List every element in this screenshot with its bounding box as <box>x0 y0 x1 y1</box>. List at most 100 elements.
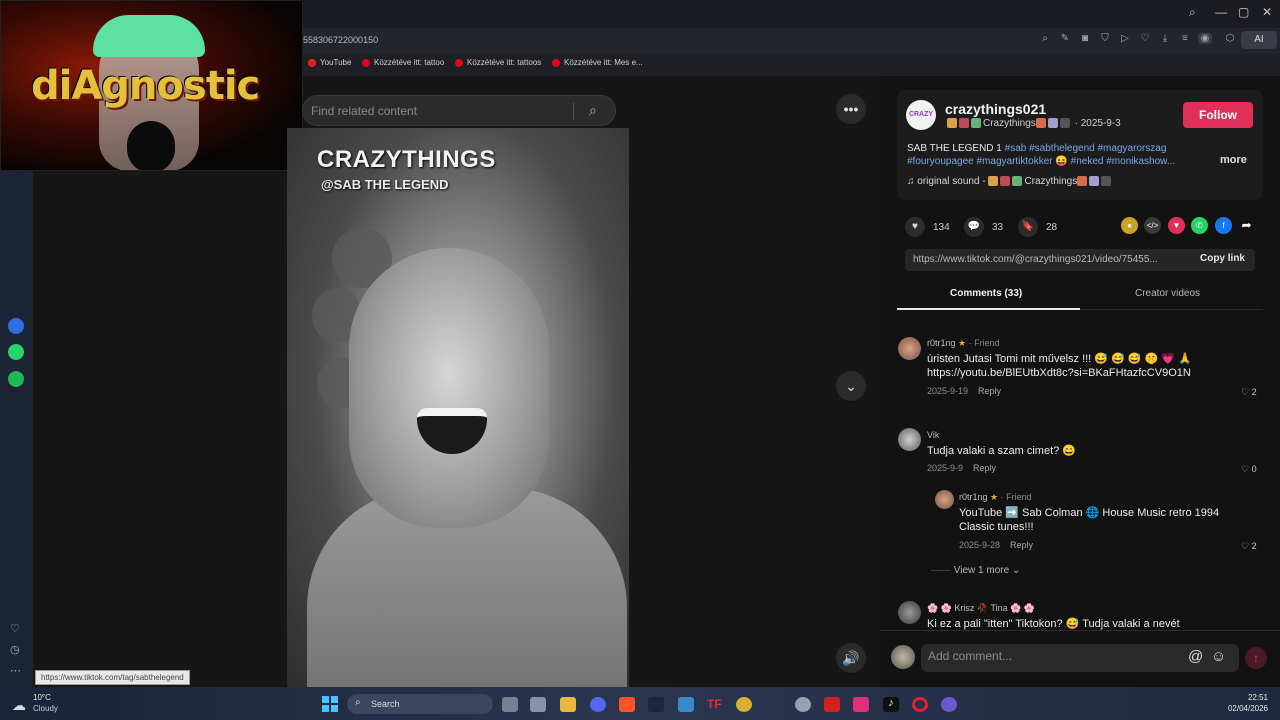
send-comment-button[interactable]: ↑ <box>1245 647 1267 669</box>
coin-app-icon[interactable] <box>736 697 752 712</box>
video-link-text[interactable]: https://www.tiktok.com/@crazythings021/v… <box>913 254 1183 265</box>
comment-link[interactable]: https://youtu.be/BlEUtbXdt8c?si=BKaFHtaz… <box>927 366 1191 380</box>
embed-icon[interactable]: </> <box>1144 217 1161 234</box>
reply-button[interactable]: Reply <box>973 463 996 473</box>
reply-button[interactable]: Reply <box>1010 540 1033 550</box>
heart-icon[interactable]: ♥ <box>905 217 925 237</box>
commenter-avatar[interactable] <box>898 601 921 624</box>
minimize-icon[interactable]: — <box>1215 5 1227 19</box>
camera-icon[interactable]: ◙ <box>1078 33 1092 44</box>
windows-start-icon[interactable] <box>322 696 338 712</box>
wps-icon[interactable] <box>824 697 840 712</box>
view-more-replies[interactable]: —— View 1 more ⌄ <box>931 565 1020 576</box>
coin-icon[interactable]: ● <box>1121 217 1138 234</box>
profile-icon[interactable]: ◉ <box>1198 33 1212 44</box>
extension-icon[interactable]: ⬡ <box>1223 33 1237 44</box>
follow-button[interactable]: Follow <box>1183 102 1253 128</box>
url-text[interactable]: 558306722000150 <box>303 35 378 45</box>
taskbar-search[interactable]: ⌕ Search <box>347 694 493 714</box>
comment-icon[interactable]: 💬 <box>964 217 984 237</box>
comment-like[interactable]: ♡ 2 <box>1241 387 1257 398</box>
creator-username[interactable]: crazythings021 <box>945 101 1046 117</box>
search-icon[interactable]: ⌕ <box>589 102 597 119</box>
brave-icon[interactable] <box>619 697 635 712</box>
creator-avatar[interactable]: CRAZY <box>906 100 936 130</box>
photos-icon[interactable] <box>678 697 694 712</box>
comment-stat[interactable]: 💬 33 <box>964 217 1003 237</box>
edit-icon[interactable]: ✎ <box>1058 33 1072 44</box>
like-stat[interactable]: ♥ 134 <box>905 217 950 237</box>
commenter-avatar[interactable] <box>898 337 921 360</box>
heart-icon[interactable]: ♡ <box>1241 464 1249 474</box>
comment-like[interactable]: ♡ 2 <box>1241 541 1257 552</box>
menu-icon[interactable]: ≡ <box>1178 33 1192 44</box>
bookmark-youtube[interactable]: YouTube <box>308 58 351 67</box>
more-button[interactable]: more <box>1220 154 1247 166</box>
download-icon[interactable]: ⤓ <box>1158 33 1172 44</box>
comment-username[interactable]: r0tr1ng <box>959 492 988 502</box>
video-player[interactable]: CRAZYTHINGS @SAB THE LEGEND <box>287 128 629 687</box>
opera-gx-icon[interactable] <box>941 697 957 712</box>
bookmark-icon[interactable]: 🔖 <box>1018 217 1038 237</box>
comment-input-box[interactable]: @ ☺ <box>921 644 1239 672</box>
heart-icon[interactable]: ♡ <box>1241 387 1249 397</box>
search-icon[interactable]: ⌕ <box>1189 5 1196 20</box>
maximize-icon[interactable]: ▢ <box>1238 5 1249 19</box>
commenter-avatar[interactable] <box>898 428 921 451</box>
comment-text: Ki ez a pali "itten" Tiktokon? 😅 Tudja v… <box>927 618 1180 630</box>
bookmark-tattoo[interactable]: Közzétéve itt: tattoo <box>362 58 444 67</box>
caption-hashtags[interactable]: #fouryoupagee #magyartiktokker <box>907 156 1053 167</box>
tiktok-icon[interactable]: ♪ <box>883 697 899 712</box>
related-search-bar[interactable]: Find related content ⌕ <box>302 95 616 126</box>
friend-tag: · Friend <box>1000 492 1032 502</box>
ai-button[interactable]: AI <box>1241 31 1277 49</box>
tab-creator-videos[interactable]: Creator videos <box>1135 288 1200 299</box>
reply-avatar[interactable] <box>935 490 954 509</box>
caption-hashtags[interactable]: #neked #monikashow... <box>1071 156 1176 167</box>
tf-app-icon[interactable]: TF <box>707 697 723 712</box>
volume-button[interactable]: 🔊 <box>836 643 866 673</box>
comment-username[interactable]: r0tr1ng <box>927 338 956 348</box>
tab-comments[interactable]: Comments (33) <box>950 288 1022 299</box>
app-pink-icon[interactable] <box>853 697 869 712</box>
mention-icon[interactable]: @ <box>1188 648 1203 665</box>
heart-icon[interactable]: ♡ <box>10 622 20 635</box>
more-icon[interactable]: ⋯ <box>10 664 21 677</box>
next-video-button[interactable]: ⌄ <box>836 371 866 401</box>
send-icon[interactable]: ▼ <box>1168 217 1185 234</box>
comment-username[interactable]: 🌸 🌸 Krisz 🥀 Tina 🌸 🌸 <box>927 603 1035 614</box>
comment-username[interactable]: Vik <box>927 430 939 440</box>
shield-icon[interactable]: ⛉ <box>1098 33 1112 44</box>
comment-like[interactable]: ♡ 0 <box>1241 464 1257 475</box>
zoom-icon[interactable]: ⌕ <box>1038 33 1052 44</box>
play-icon[interactable]: ▷ <box>1118 33 1132 44</box>
ai-label: AI <box>1254 34 1264 45</box>
history-icon[interactable]: ◷ <box>10 643 20 656</box>
file-explorer-icon[interactable] <box>560 697 576 712</box>
steam-icon[interactable] <box>648 697 664 712</box>
heart-icon[interactable]: ♡ <box>1138 33 1152 44</box>
whatsapp-share-icon[interactable]: ✆ <box>1191 217 1208 234</box>
reply-button[interactable]: Reply <box>978 386 1001 396</box>
opera-icon[interactable] <box>912 697 928 712</box>
discord-icon[interactable] <box>590 697 606 712</box>
facebook-share-icon[interactable]: f <box>1215 217 1232 234</box>
share-arrow-icon[interactable]: ➦ <box>1238 217 1255 234</box>
heart-icon[interactable]: ♡ <box>1241 541 1249 551</box>
widgets-icon[interactable] <box>530 697 546 712</box>
caption-hashtags[interactable]: #sab #sabthelegend #magyarorszag <box>1005 143 1167 154</box>
copy-link-button[interactable]: Copy link <box>1200 253 1245 264</box>
emoji-icon[interactable]: ☺ <box>1211 648 1226 665</box>
spotify-icon[interactable] <box>8 371 24 387</box>
bookmark-tattoos[interactable]: Közzétéve itt: tattoos <box>455 58 541 67</box>
messenger-icon[interactable] <box>8 318 24 334</box>
whatsapp-icon[interactable] <box>8 344 24 360</box>
task-view-icon[interactable] <box>502 697 518 712</box>
comment-input[interactable] <box>928 649 1178 663</box>
more-options-button[interactable]: ••• <box>836 94 866 124</box>
close-icon[interactable]: ✕ <box>1262 5 1272 19</box>
bookmark-mes[interactable]: Közzétéve itt: Mes e... <box>552 58 643 67</box>
settings-icon[interactable] <box>795 697 811 712</box>
save-stat[interactable]: 🔖 28 <box>1018 217 1057 237</box>
sound-row[interactable]: ♫ original sound - Crazythings <box>907 176 1113 187</box>
